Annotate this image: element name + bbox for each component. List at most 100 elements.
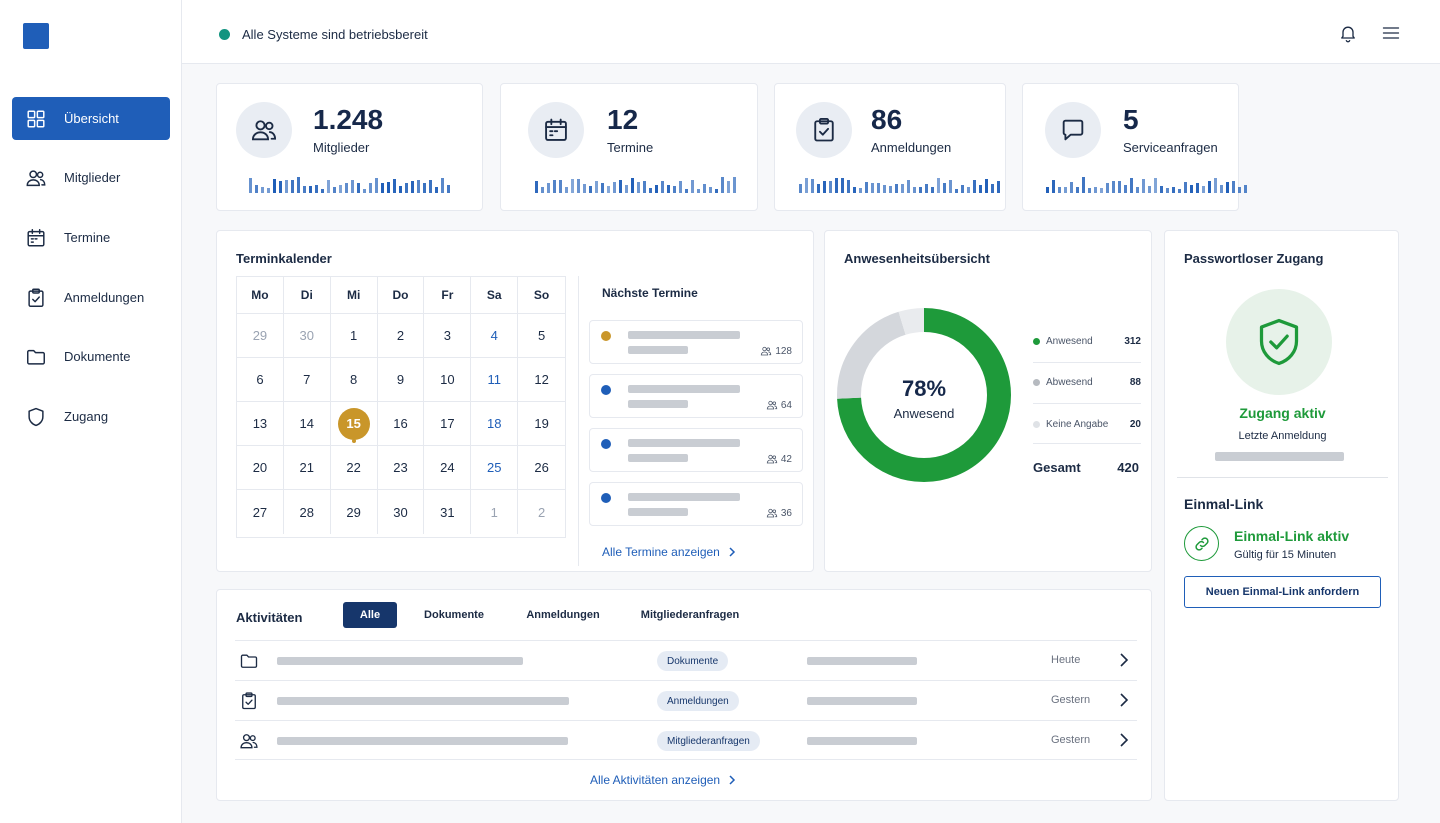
all-appointments-link[interactable]: Alle Termine anzeigen <box>602 545 736 559</box>
legend-value: 20 <box>1129 419 1141 430</box>
sparkline-bar <box>865 182 868 193</box>
calendar-day[interactable]: 28 <box>284 490 331 534</box>
sparkline-bar <box>1160 186 1163 193</box>
tab-mitgliederanfragen[interactable]: Mitgliederanfragen <box>631 602 749 628</box>
calendar-day-today[interactable]: 15 <box>331 402 378 445</box>
stat-card-termine[interactable]: 12 Termine <box>500 83 758 211</box>
participant-count-value: 128 <box>775 345 792 357</box>
sidebar-item-mitglieder[interactable]: Mitglieder <box>12 156 170 199</box>
legend-swatch <box>1033 421 1040 428</box>
sparkline-bar <box>375 178 378 193</box>
calendar-day[interactable]: 2 <box>518 490 565 534</box>
calendar-day[interactable]: 1 <box>471 490 519 534</box>
all-activities-link[interactable]: Alle Aktivitäten anzeigen <box>590 773 736 787</box>
stat-card-anmeldungen[interactable]: 86 Anmeldungen <box>774 83 1006 211</box>
sidebar-item-anmeldungen[interactable]: Anmeldungen <box>12 276 170 319</box>
appointment-item[interactable]: 64 <box>589 374 803 418</box>
appointment-item[interactable]: 128 <box>589 320 803 364</box>
calendar-day[interactable]: 18 <box>471 402 519 445</box>
sidebar-item-termine[interactable]: Termine <box>12 216 170 259</box>
sparkline-bar <box>1112 181 1115 193</box>
calendar-week: 27 28 29 30 31 1 2 <box>237 490 565 534</box>
link-label: Alle Termine anzeigen <box>602 545 720 559</box>
calendar-day[interactable]: 13 <box>237 402 284 445</box>
sidebar-item-zugang[interactable]: Zugang <box>12 395 170 438</box>
sparkline-bar <box>1190 185 1193 193</box>
activity-row[interactable]: Mitgliederanfragen Gestern <box>235 720 1137 760</box>
calendar-day[interactable]: 22 <box>331 446 378 489</box>
legend-item-abwesend: Abwesend 88 <box>1033 377 1141 388</box>
sidebar-item-uebersicht[interactable]: Übersicht <box>12 97 170 140</box>
menu-icon[interactable] <box>1380 22 1402 44</box>
calendar-day[interactable]: 31 <box>424 490 472 534</box>
calendar-day[interactable]: 6 <box>237 358 284 401</box>
request-onetime-link-button[interactable]: Neuen Einmal-Link anfordern <box>1184 576 1381 608</box>
calendar-day[interactable]: 8 <box>331 358 378 401</box>
calendar-day[interactable]: 11 <box>471 358 519 401</box>
sparkline-bar <box>595 181 598 193</box>
calendar-day[interactable]: 26 <box>518 446 565 489</box>
calendar-day[interactable]: 30 <box>284 314 331 357</box>
calendar-day[interactable]: 20 <box>237 446 284 489</box>
appointment-item[interactable]: 42 <box>589 428 803 472</box>
calendar-day[interactable]: 14 <box>284 402 331 445</box>
bell-icon[interactable] <box>1337 22 1359 44</box>
stat-value: 86 <box>871 104 903 135</box>
calendar-day[interactable]: 10 <box>424 358 472 401</box>
tab-anmeldungen[interactable]: Anmeldungen <box>517 602 609 628</box>
calendar-day[interactable]: 2 <box>378 314 425 357</box>
calendar-day[interactable]: 1 <box>331 314 378 357</box>
legend-value: 88 <box>1129 377 1141 388</box>
activity-row[interactable]: Dokumente Heute <box>235 640 1137 680</box>
tab-dokumente[interactable]: Dokumente <box>413 602 495 628</box>
stat-card-mitglieder[interactable]: 1.248 Mitglieder <box>216 83 483 211</box>
calendar-day[interactable]: 30 <box>378 490 425 534</box>
sparkline-bar <box>1226 182 1229 193</box>
users-icon <box>239 731 259 751</box>
calendar-day[interactable]: 5 <box>518 314 565 357</box>
calendar-day[interactable]: 24 <box>424 446 472 489</box>
sparkline-bar <box>823 181 826 193</box>
calendar-day[interactable]: 25 <box>471 446 519 489</box>
calendar-day[interactable]: 4 <box>471 314 519 357</box>
stat-card-serviceanfragen[interactable]: 5 Serviceanfragen <box>1022 83 1247 211</box>
chevron-right-icon[interactable] <box>1119 652 1129 668</box>
app-logo[interactable] <box>23 23 49 49</box>
donut-center-value: 78% <box>901 376 947 401</box>
sparkline-bar <box>1220 185 1223 193</box>
calendar-day[interactable]: 21 <box>284 446 331 489</box>
legend-value: 312 <box>1124 336 1141 347</box>
calendar-day[interactable]: 23 <box>378 446 425 489</box>
calendar-day[interactable]: 9 <box>378 358 425 401</box>
calendar-day[interactable]: 19 <box>518 402 565 445</box>
sparkline-bar <box>1196 183 1199 193</box>
sparkline-bar <box>535 181 538 193</box>
calendar-day-number: 7 <box>303 372 311 387</box>
sparkline-bar <box>1202 186 1205 193</box>
sparkline-bar <box>267 188 270 193</box>
sidebar-item-dokumente[interactable]: Dokumente <box>12 335 170 378</box>
appointment-item[interactable]: 36 <box>589 482 803 526</box>
folder-icon <box>24 345 48 369</box>
divider <box>1033 403 1141 404</box>
calendar-day[interactable]: 27 <box>237 490 284 534</box>
sidebar-item-label: Zugang <box>64 409 109 424</box>
calendar-day[interactable]: 29 <box>331 490 378 534</box>
tab-alle[interactable]: Alle <box>343 602 397 628</box>
users-icon <box>24 166 48 190</box>
calendar-day[interactable]: 12 <box>518 358 565 401</box>
activity-text-placeholder <box>277 737 568 745</box>
sparkline-bar <box>447 185 450 193</box>
calendar-day[interactable]: 17 <box>424 402 472 445</box>
calendar-day[interactable]: 29 <box>237 314 284 357</box>
chevron-right-icon[interactable] <box>1119 732 1129 748</box>
activity-row[interactable]: Anmeldungen Gestern <box>235 680 1137 720</box>
top-bar: Alle Systeme sind betriebsbereit <box>182 0 1440 64</box>
calendar-day[interactable]: 16 <box>378 402 425 445</box>
clipboard-check-icon <box>796 102 852 158</box>
attendance-total: Gesamt 420 <box>1033 460 1141 475</box>
calendar-day[interactable]: 7 <box>284 358 331 401</box>
sidebar-item-label: Mitglieder <box>64 170 121 185</box>
chevron-right-icon[interactable] <box>1119 692 1129 708</box>
calendar-day[interactable]: 3 <box>424 314 472 357</box>
